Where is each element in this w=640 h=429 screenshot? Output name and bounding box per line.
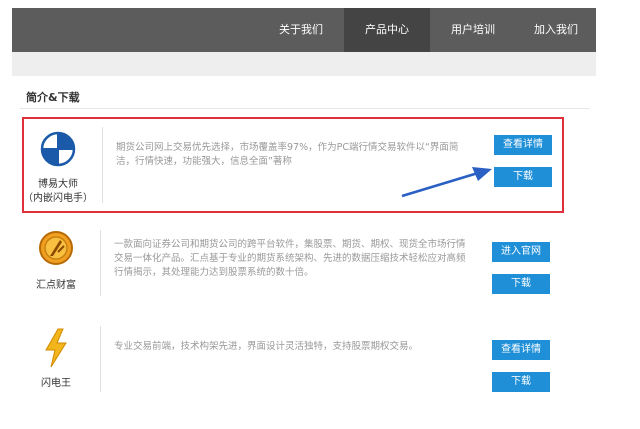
nav-products[interactable]: 产品中心	[344, 8, 430, 52]
gray-strip	[12, 52, 596, 76]
boyi-logo-icon	[40, 131, 76, 167]
product-subname: （内嵌闪电手）	[23, 193, 93, 204]
download-button[interactable]: 下载	[492, 274, 550, 294]
annotation-arrow-icon	[401, 167, 492, 198]
product-name: 闪电王	[41, 378, 71, 389]
product-description: 一款面向证券公司和期货公司的跨平台软件，集股票、期货、期权、现货全市场行情交易一…	[114, 239, 466, 278]
nav-join[interactable]: 加入我们	[516, 8, 596, 52]
product-card-huidian: 汇点财富 一款面向证券公司和期货公司的跨平台软件，集股票、期货、期权、现货全市场…	[22, 226, 564, 306]
download-button[interactable]: 下载	[494, 167, 552, 187]
download-button[interactable]: 下载	[492, 372, 550, 392]
nav-about[interactable]: 关于我们	[258, 8, 344, 52]
visit-website-button[interactable]: 进入官网	[492, 242, 550, 262]
section-divider	[20, 108, 590, 109]
product-description: 专业交易前端，技术构架先进，界面设计灵活独特，支持股票期权交易。	[114, 341, 419, 352]
huidian-logo-icon	[39, 231, 73, 265]
card-divider	[100, 326, 101, 392]
product-name: 博易大师	[38, 179, 78, 190]
section-title: 简介&下载	[26, 91, 80, 104]
top-navbar: 关于我们 产品中心 用户培训 加入我们	[12, 8, 596, 52]
product-name: 汇点财富	[36, 280, 76, 291]
card-divider	[100, 230, 101, 296]
nav-training[interactable]: 用户培训	[430, 8, 516, 52]
lightning-icon	[45, 328, 67, 368]
view-details-button[interactable]: 查看详情	[494, 135, 552, 155]
view-details-button[interactable]: 查看详情	[492, 340, 550, 360]
product-card-shandian: 闪电王 专业交易前端，技术构架先进，界面设计灵活独特，支持股票期权交易。 查看详…	[22, 322, 564, 402]
card-divider	[102, 127, 103, 203]
